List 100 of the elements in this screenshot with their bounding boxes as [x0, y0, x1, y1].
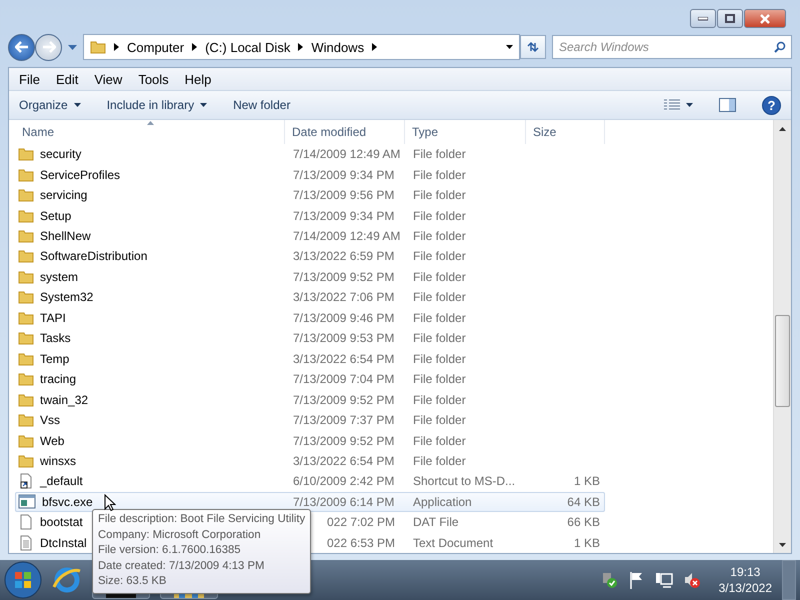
- column-header[interactable]: Date modified: [285, 120, 405, 144]
- size-cell-text: 64 KB: [566, 494, 601, 511]
- view-options-button[interactable]: [664, 99, 693, 111]
- type-cell-text: File folder: [412, 268, 467, 286]
- breadcrumb[interactable]: (C:) Local Disk: [205, 40, 290, 54]
- breadcrumb[interactable]: Computer: [127, 40, 184, 54]
- type-cell-text: File folder: [412, 228, 467, 246]
- folder-icon: [18, 229, 34, 244]
- close-icon: [760, 14, 770, 24]
- file-name: servicing: [40, 188, 88, 202]
- file-row[interactable]: ShellNew 7/14/2009 12:49 AM File folder: [15, 226, 605, 246]
- column-header[interactable]: Type: [405, 120, 526, 144]
- file-row[interactable]: winsxs 3/13/2022 6:54 PM File folder: [15, 450, 605, 472]
- scroll-up-icon[interactable]: [779, 126, 786, 130]
- date-cell-text: 3/13/2022 6:54 PM: [292, 453, 396, 470]
- file-row[interactable]: servicing 7/13/2009 9:56 PM File folder: [15, 184, 605, 206]
- file-row[interactable]: Vss 7/13/2009 7:37 PM File folder: [15, 410, 605, 430]
- scroll-down-icon[interactable]: [779, 542, 786, 546]
- file-row[interactable]: Temp 3/13/2022 6:54 PM File folder: [15, 348, 605, 369]
- file-row[interactable]: ServiceProfiles 7/13/2009 9:34 PM File folder: [15, 164, 605, 185]
- date-cell-text: 3/13/2022 6:59 PM: [292, 248, 396, 266]
- file-row[interactable]: twain_32 7/13/2009 9:52 PM File folder: [15, 389, 605, 410]
- toolbar-button[interactable]: Include in library: [106, 98, 208, 112]
- breadcrumb[interactable]: Windows: [311, 40, 364, 54]
- menu-item[interactable]: File: [13, 72, 46, 86]
- shortcut-icon: [18, 473, 34, 490]
- help-button[interactable]: ?: [762, 96, 781, 114]
- file-name: bfsvc.exe: [42, 494, 93, 509]
- folder-icon: [18, 310, 34, 325]
- menu-item[interactable]: Edit: [50, 72, 84, 86]
- scrollbar[interactable]: [773, 120, 791, 553]
- date-cell-text: 022 6:53 PM: [326, 534, 396, 552]
- muted-speaker-icon[interactable]: [682, 571, 701, 589]
- back-button[interactable]: [8, 34, 35, 60]
- date-cell-text: 3/13/2022 7:06 PM: [292, 289, 396, 306]
- file-name: System32: [40, 290, 94, 304]
- history-caret-icon[interactable]: [68, 44, 77, 50]
- toolbar-button[interactable]: New folder: [233, 98, 290, 112]
- file-name: SoftwareDistribution: [40, 249, 148, 264]
- toolbar-button[interactable]: Organize: [19, 98, 81, 112]
- size-cell-text: 66 KB: [566, 514, 601, 532]
- type-cell-text: Application: [412, 494, 473, 511]
- forward-button[interactable]: [35, 34, 62, 60]
- type-cell-text: DAT File: [412, 514, 460, 532]
- file-row[interactable]: Web 7/13/2009 9:52 PM File folder: [15, 430, 605, 451]
- file-row[interactable]: Tasks 7/13/2009 9:53 PM File folder: [15, 328, 605, 349]
- type-cell-text: File folder: [412, 412, 467, 430]
- date-cell-text: 7/13/2009 9:52 PM: [292, 432, 396, 450]
- file-name: DtcInstal: [40, 536, 87, 550]
- minimize-button[interactable]: [690, 9, 716, 28]
- scroll-thumb[interactable]: [775, 315, 790, 407]
- caret-icon: [686, 103, 693, 107]
- tooltip-line: File description: Boot File Servicing Utility: [98, 512, 306, 527]
- clock[interactable]: 19:13 3/13/2022: [718, 564, 772, 596]
- close-button[interactable]: [744, 9, 786, 28]
- folder-icon: [18, 352, 34, 366]
- file-name: Vss: [40, 413, 60, 428]
- security-check-icon[interactable]: [600, 571, 619, 589]
- file-row[interactable]: _default 6/10/2009 2:42 PM Shortcut to MS-D... 1 KB: [15, 471, 605, 492]
- type-cell-text: Shortcut to MS-D...: [412, 473, 516, 490]
- file-row[interactable]: TAPI 7/13/2009 9:46 PM File folder: [15, 308, 605, 328]
- browser-icon[interactable]: [52, 565, 82, 595]
- search-field[interactable]: Search Windows: [552, 35, 792, 59]
- file-name: Web: [40, 434, 64, 448]
- folder-icon: [18, 413, 34, 428]
- file-row[interactable]: tracing 7/13/2009 7:04 PM File folder: [15, 368, 605, 390]
- file-row[interactable]: Setup 7/13/2009 9:34 PM File folder: [15, 205, 605, 226]
- minimize-icon: [698, 16, 708, 20]
- refresh-button[interactable]: [520, 35, 546, 59]
- file-name: Temp: [40, 352, 70, 366]
- type-cell-text: File folder: [412, 310, 467, 327]
- type-cell-text: File folder: [412, 432, 467, 450]
- chevron-icon: [192, 43, 198, 51]
- column-header[interactable]: Size: [526, 120, 605, 144]
- start-button[interactable]: [4, 561, 42, 599]
- menu-item[interactable]: Help: [178, 72, 218, 86]
- date-cell-text: 7/13/2009 9:52 PM: [292, 268, 396, 286]
- file-name: Setup: [40, 208, 72, 223]
- folder-icon: [18, 270, 34, 284]
- menu-item[interactable]: Tools: [132, 72, 175, 86]
- folder-icon: [18, 208, 34, 223]
- file-row[interactable]: bfsvc.exe 7/13/2009 6:14 PM Application 64 KB: [15, 492, 605, 512]
- file-row[interactable]: system 7/13/2009 9:52 PM File folder: [15, 266, 605, 288]
- file-name: _default: [40, 474, 83, 488]
- file-name: winsxs: [40, 454, 76, 468]
- file-row[interactable]: System32 3/13/2022 7:06 PM File folder: [15, 287, 605, 308]
- chevron-icon: [372, 43, 378, 51]
- preview-pane-button[interactable]: [719, 98, 736, 112]
- menu-item[interactable]: View: [88, 72, 128, 86]
- type-cell-text: File folder: [412, 371, 467, 388]
- file-name: ServiceProfiles: [40, 168, 120, 182]
- maximize-icon: [725, 14, 735, 23]
- maximize-button[interactable]: [717, 9, 743, 28]
- address-bar[interactable]: Computer (C:) Local Disk Windows: [83, 34, 520, 60]
- file-row[interactable]: SoftwareDistribution 3/13/2022 6:59 PM File folder: [15, 246, 605, 267]
- flag-icon[interactable]: [628, 571, 645, 589]
- network-icon[interactable]: [654, 571, 673, 589]
- file-row[interactable]: security 7/14/2009 12:49 AM File folder: [15, 144, 605, 164]
- caret-icon: [200, 103, 208, 107]
- type-cell-text: File folder: [412, 187, 467, 204]
